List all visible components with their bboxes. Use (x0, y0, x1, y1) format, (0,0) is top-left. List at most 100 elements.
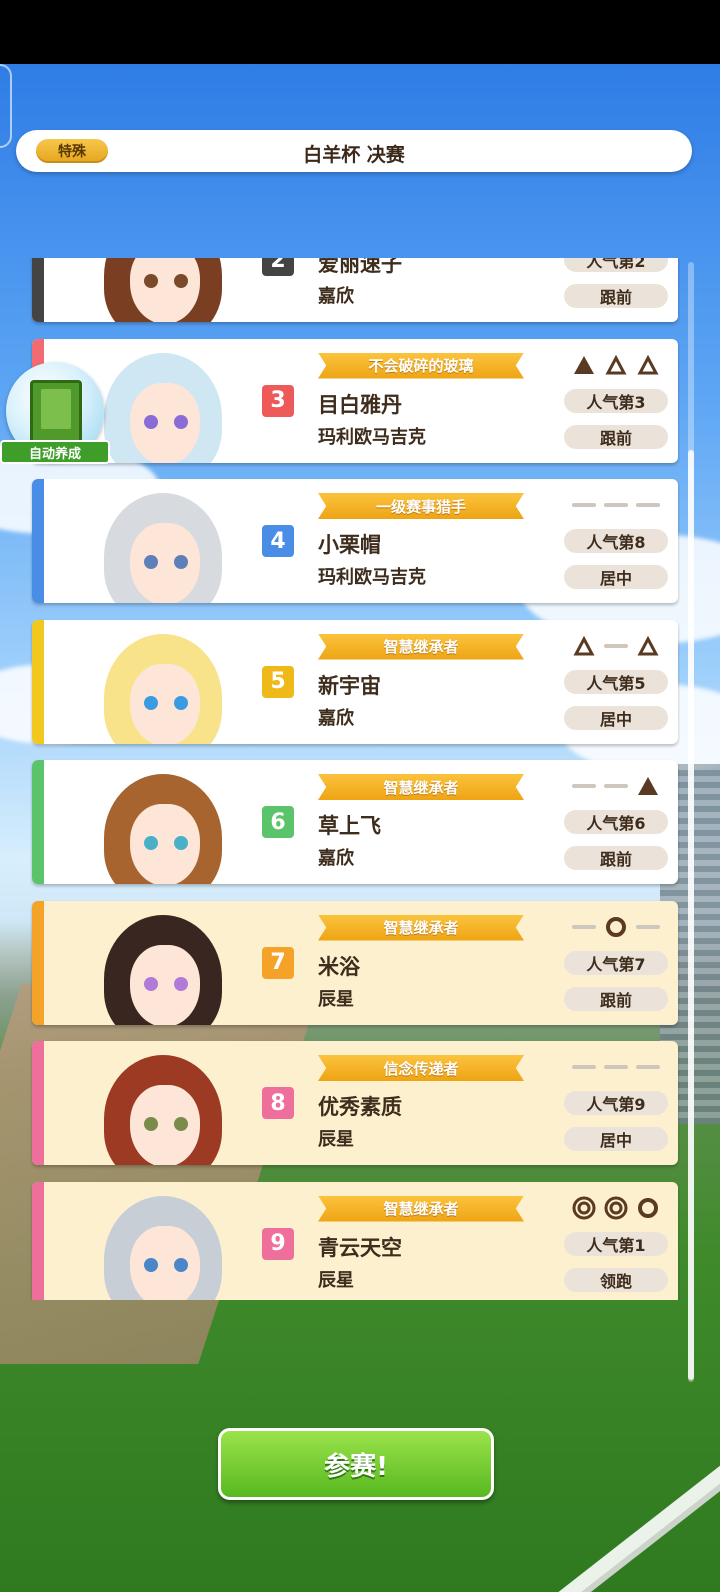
horse-name: 爱丽速子 (318, 258, 402, 276)
entry-card-7[interactable]: 7 智慧继承者米浴辰星 人气第7 跟前 (32, 900, 678, 1025)
dash-icon (572, 493, 596, 517)
running-style-badge: 跟前 (564, 986, 668, 1011)
entry-card-8[interactable]: 8 信念传递者 优秀素质 辰星 人气第9 居中 (32, 1041, 678, 1165)
dash-icon (636, 915, 660, 939)
dash-icon (604, 1055, 628, 1079)
entry-card-6[interactable]: 6 智慧继承者草上飞嘉欣 人气第6 跟前 (32, 760, 678, 884)
double-circle-icon (572, 1196, 596, 1220)
running-style-badge: 领跑 (564, 1267, 668, 1292)
gate-number: 7 (262, 946, 294, 979)
character-portrait (46, 1041, 256, 1165)
dash-icon (604, 634, 628, 658)
character-portrait (46, 479, 256, 603)
character-portrait (46, 1182, 256, 1300)
circle-icon (636, 1196, 660, 1220)
trainer-name: 嘉欣 (318, 848, 354, 869)
entry-card-3[interactable]: 3 不会破碎的玻璃 目白雅丹玛利欧马吉克 人气第3 跟前 (32, 338, 678, 463)
horse-name: 优秀素质 (318, 1095, 402, 1119)
horse-name: 米浴 (318, 954, 360, 979)
horse-name: 新宇宙 (318, 673, 381, 698)
dash-icon (604, 493, 628, 517)
gate-color-stripe (32, 1041, 44, 1165)
triangle-filled-icon (572, 353, 596, 377)
book-icon (30, 380, 82, 444)
prediction-marks (572, 915, 660, 939)
popularity-badge: 人气第3 (564, 388, 668, 413)
circle-icon (604, 915, 628, 939)
gate-color-stripe (32, 258, 44, 322)
prediction-marks (572, 774, 660, 798)
gate-number: 4 (262, 525, 294, 557)
epithet-ribbon: 智慧继承者 (318, 774, 524, 800)
enter-race-button[interactable]: 参赛! (218, 1428, 494, 1500)
prediction-marks (572, 1196, 660, 1220)
triangle-outline-icon (636, 634, 660, 658)
running-style-badge: 跟前 (564, 284, 668, 308)
gate-number: 5 (262, 665, 294, 698)
status-bar (0, 0, 720, 64)
horse-name: 青云天空 (318, 1235, 402, 1260)
character-portrait (46, 760, 256, 884)
dash-icon (636, 493, 660, 517)
entry-card-9[interactable]: 9 智慧继承者青云天空辰星 人气第1 领跑 (32, 1181, 678, 1300)
popularity-badge: 人气第6 (564, 810, 668, 834)
trainer-name: 嘉欣 (318, 707, 354, 729)
popularity-badge: 人气第1 (564, 1231, 668, 1256)
triangle-outline-icon (604, 353, 628, 377)
dash-icon (572, 1055, 596, 1079)
entry-card-4[interactable]: 4 一级赛事猎手 小栗帽 玛利欧马吉克 人气第8 居中 (32, 479, 678, 603)
popularity-badge: 人气第8 (564, 529, 668, 553)
entry-card-2[interactable]: 2 爱丽速子 嘉欣 人气第2 跟前 (32, 258, 678, 322)
gate-color-stripe (32, 479, 44, 603)
character-portrait (46, 258, 256, 322)
epithet-ribbon: 智慧继承者 (318, 633, 524, 660)
character-portrait (46, 901, 256, 1025)
epithet-ribbon: 智慧继承者 (318, 1195, 524, 1222)
side-handle[interactable] (0, 64, 12, 148)
horse-name: 草上飞 (318, 814, 381, 838)
trainer-name: 嘉欣 (318, 286, 354, 307)
popularity-badge: 人气第5 (564, 669, 668, 694)
triangle-outline-icon (572, 634, 596, 658)
epithet-ribbon: 信念传递者 (318, 1055, 524, 1081)
entry-card-5[interactable]: 5 智慧继承者新宇宙嘉欣 人气第5 居中 (32, 619, 678, 744)
entry-list[interactable]: 2 爱丽速子 嘉欣 人气第2 跟前 3 不会破碎的玻璃 目白雅丹 玛利欧马吉克 人气第3 跟前 4 一级… (30, 258, 680, 1300)
trainer-name: 辰星 (318, 988, 354, 1010)
epithet-ribbon: 智慧继承者 (318, 914, 524, 941)
trainer-name: 玛利欧马吉克 (318, 567, 426, 588)
gate-color-stripe (32, 760, 44, 884)
running-style-badge: 跟前 (564, 846, 668, 870)
character-portrait (46, 620, 256, 744)
gate-number: 6 (262, 806, 294, 838)
auto-train-button[interactable]: 自动养成 (0, 362, 112, 468)
race-title: 白羊杯 决赛 (303, 144, 405, 166)
gate-number: 9 (262, 1227, 294, 1260)
trainer-name: 玛利欧马吉克 (318, 426, 426, 448)
gate-color-stripe (32, 900, 44, 1025)
trainer-name: 辰星 (318, 1269, 354, 1291)
popularity-badge: 人气第9 (564, 1091, 668, 1115)
running-style-badge: 跟前 (564, 424, 668, 449)
popularity-badge: 人气第2 (564, 258, 668, 272)
horse-name: 目白雅丹 (318, 392, 402, 417)
horse-name: 小栗帽 (318, 533, 381, 557)
gate-color-stripe (32, 619, 44, 744)
dash-icon (572, 774, 596, 798)
auto-train-label: 自动养成 (0, 440, 110, 464)
dash-icon (604, 774, 628, 798)
running-style-badge: 居中 (564, 705, 668, 730)
popularity-badge: 人气第7 (564, 950, 668, 975)
gate-number: 8 (262, 1087, 294, 1119)
triangle-filled-icon (636, 774, 660, 798)
dash-icon (572, 915, 596, 939)
prediction-marks (572, 1055, 660, 1079)
triangle-outline-icon (636, 353, 660, 377)
scrollbar-thumb[interactable] (688, 450, 694, 1380)
gate-number: 3 (262, 384, 294, 417)
epithet-ribbon: 不会破碎的玻璃 (318, 352, 524, 379)
prediction-marks (572, 493, 660, 517)
prediction-marks (572, 634, 660, 658)
prediction-marks (572, 353, 660, 377)
dash-icon (636, 1055, 660, 1079)
race-header: 特殊 白羊杯 决赛 (16, 130, 692, 172)
